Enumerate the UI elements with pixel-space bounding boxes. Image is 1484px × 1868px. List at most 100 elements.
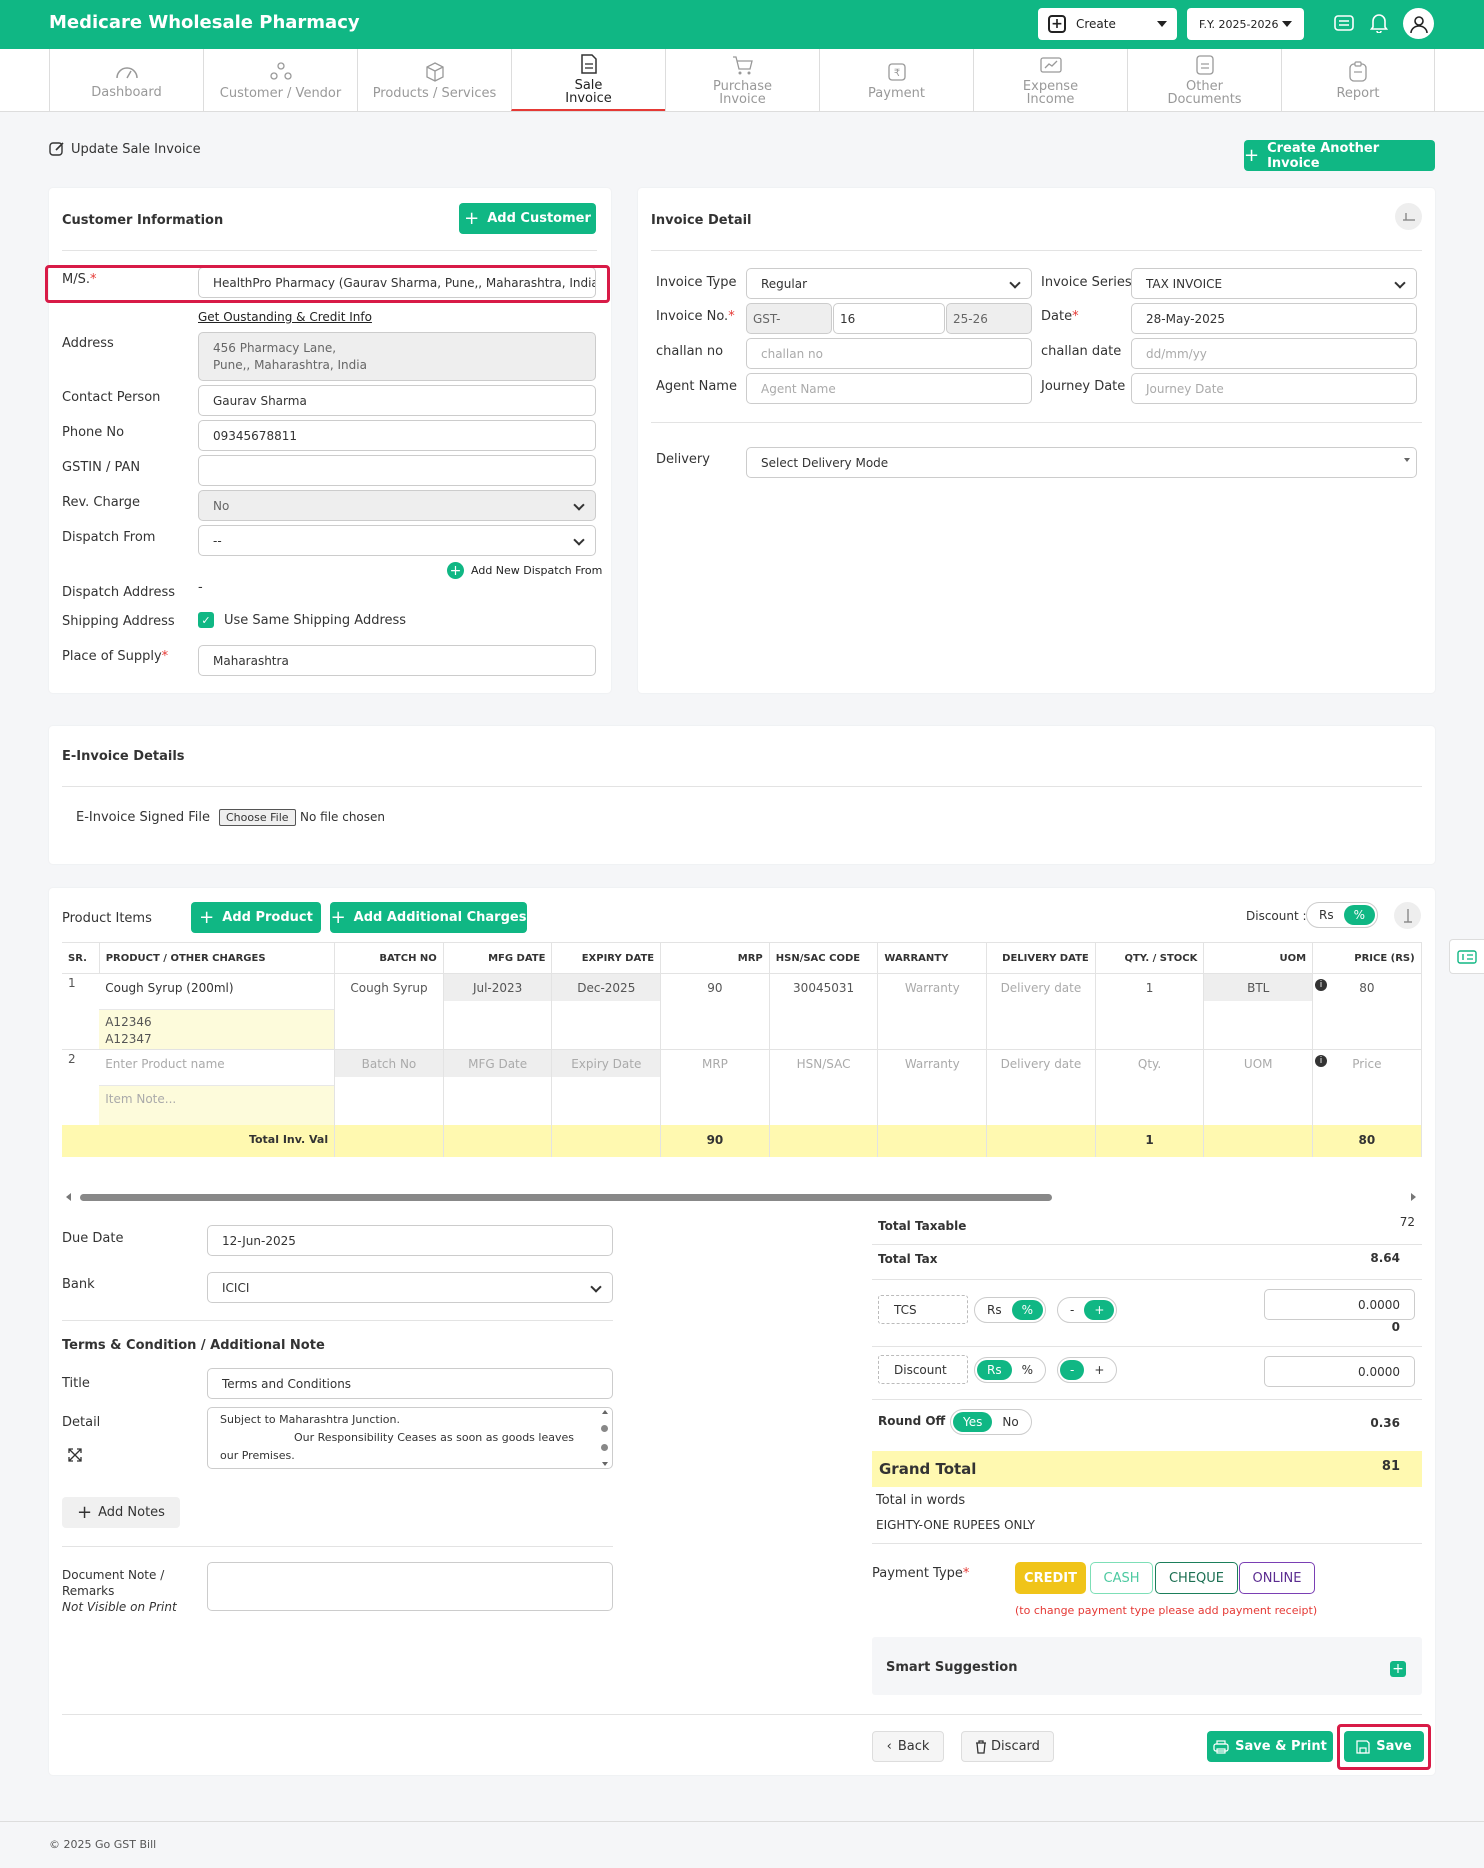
invoice-number-input[interactable]: 16 [833, 303, 945, 334]
outstanding-credit-link[interactable]: Get Oustanding & Credit Info [198, 310, 372, 324]
rs-option[interactable]: Rs [977, 1300, 1012, 1320]
terms-detail-textarea[interactable]: Subject to Maharashtra Junction. Our Res… [207, 1407, 613, 1469]
yes-option[interactable]: Yes [953, 1412, 993, 1432]
terms-title-input[interactable]: Terms and Conditions [207, 1368, 613, 1399]
calculator-widget-icon[interactable] [1449, 939, 1484, 974]
expiry-date-cell[interactable]: Expiry Date [552, 1050, 661, 1077]
payment-online-button[interactable]: ONLINE [1239, 1562, 1315, 1594]
warranty-cell[interactable]: Warranty [877, 1049, 988, 1125]
discard-button[interactable]: Discard [961, 1731, 1054, 1762]
mfg-date-cell[interactable]: Jul-2023 [443, 974, 552, 1001]
nav-expense-income[interactable]: Expense Income [973, 49, 1127, 111]
add-additional-charges-button[interactable]: + Add Additional Charges [330, 902, 527, 933]
tcs-type-toggle[interactable]: Rs% [974, 1297, 1046, 1323]
product-name-input[interactable]: Enter Product name [99, 1050, 334, 1085]
create-another-invoice-button[interactable]: + Create Another Invoice [1244, 140, 1435, 171]
invoice-type-select[interactable]: Regular [746, 268, 1032, 299]
mfg-date-cell[interactable]: MFG Date [443, 1050, 552, 1077]
percent-option[interactable]: % [1012, 1360, 1043, 1380]
back-button[interactable]: ‹ Back [872, 1731, 944, 1762]
batch-cell[interactable]: Batch No [335, 1050, 443, 1077]
dispatch-from-select[interactable]: -- [198, 525, 596, 556]
add-product-button[interactable]: + Add Product [191, 902, 321, 933]
agent-name-input[interactable]: Agent Name [746, 373, 1032, 404]
phone-input[interactable]: 09345678811 [198, 420, 596, 451]
expand-plus-icon[interactable]: + [1390, 1661, 1406, 1677]
discount-sign-toggle[interactable]: - + [1057, 1357, 1118, 1383]
fy-dropdown[interactable]: F.Y. 2025-2026 [1187, 8, 1304, 40]
payment-credit-button[interactable]: CREDIT [1015, 1562, 1086, 1594]
info-icon[interactable]: i [1315, 1055, 1328, 1067]
save-print-button[interactable]: Save & Print [1207, 1731, 1333, 1762]
qty-cell[interactable]: Qty. [1095, 1049, 1205, 1125]
nav-report[interactable]: Report [1281, 49, 1435, 111]
batch-cell[interactable]: Cough Syrup [334, 973, 444, 1050]
nav-products-services[interactable]: Products / Services [357, 49, 511, 111]
percent-option[interactable]: % [1343, 905, 1375, 925]
date-input[interactable]: 28-May-2025 [1131, 303, 1417, 334]
journey-date-input[interactable]: Journey Date [1131, 373, 1417, 404]
rs-option[interactable]: Rs [1309, 905, 1344, 925]
plus-option[interactable]: + [1084, 1360, 1114, 1380]
place-of-supply-input[interactable]: Maharashtra [198, 645, 596, 676]
bank-select[interactable]: ICICI [207, 1272, 613, 1303]
challan-no-input[interactable]: challan no [746, 338, 1032, 369]
user-avatar-icon[interactable] [1403, 8, 1434, 39]
create-dropdown[interactable]: + Create [1038, 8, 1177, 40]
uom-cell[interactable]: BTL [1204, 974, 1313, 1001]
price-cell[interactable]: 80 [1359, 981, 1374, 995]
delivery-mode-select[interactable]: Select Delivery Mode [746, 447, 1417, 478]
expiry-date-cell[interactable]: Dec-2025 [552, 974, 661, 1001]
gstin-input[interactable] [198, 455, 596, 486]
challan-date-input[interactable]: dd/mm/yy [1131, 338, 1417, 369]
keyboard-icon[interactable] [1333, 12, 1355, 34]
bell-icon[interactable] [1368, 12, 1390, 34]
nav-sale-invoice[interactable]: Sale Invoice [511, 49, 665, 111]
plus-option[interactable]: + [1084, 1300, 1115, 1320]
nav-purchase-invoice[interactable]: Purchase Invoice [665, 49, 819, 111]
delivery-date-cell[interactable]: Delivery date [986, 973, 1096, 1050]
percent-option[interactable]: % [1011, 1300, 1043, 1320]
same-shipping-checkbox[interactable]: ✓ Use Same Shipping Address [198, 612, 406, 628]
document-note-textarea[interactable] [207, 1562, 613, 1611]
scroll-right-arrow[interactable] [1411, 1193, 1416, 1201]
product-name-input[interactable]: Cough Syrup (200ml) [99, 974, 334, 1009]
discount-type-toggle[interactable]: Rs% [1306, 902, 1378, 928]
horizontal-scrollbar[interactable] [80, 1194, 1052, 1201]
tcs-label[interactable]: TCS [878, 1295, 968, 1324]
textarea-scrollbar[interactable] [601, 1410, 608, 1466]
price-cell[interactable]: Price [1352, 1057, 1381, 1071]
item-note-textarea[interactable]: Item Note... [99, 1085, 335, 1125]
tcs-input[interactable]: 0.0000 [1264, 1289, 1415, 1320]
no-option[interactable]: No [992, 1412, 1028, 1432]
invoice-prefix-input[interactable]: GST- [746, 303, 832, 334]
invoice-suffix-input[interactable]: 25-26 [946, 303, 1032, 334]
expand-icon[interactable] [68, 1448, 82, 1462]
add-dispatch-from-link[interactable]: + Add New Dispatch From [447, 562, 602, 579]
info-icon[interactable]: i [1315, 979, 1328, 991]
qty-cell[interactable]: 1 [1095, 973, 1205, 1050]
discount-total-input[interactable]: 0.0000 [1264, 1356, 1415, 1387]
mrp-cell[interactable]: MRP [660, 1049, 770, 1125]
choose-file-button[interactable]: Choose File [219, 809, 296, 826]
round-off-toggle[interactable]: Yes No [950, 1409, 1032, 1435]
discount-type-toggle-footer[interactable]: Rs% [974, 1357, 1046, 1383]
due-date-input[interactable]: 12-Jun-2025 [207, 1225, 613, 1256]
nav-payment[interactable]: ₹ Payment [819, 49, 973, 111]
minus-option[interactable]: - [1060, 1300, 1084, 1320]
nav-customer-vendor[interactable]: Customer / Vendor [203, 49, 357, 111]
nav-dashboard[interactable]: Dashboard [49, 49, 203, 111]
nav-other-documents[interactable]: Other Documents [1127, 49, 1281, 111]
tcs-sign-toggle[interactable]: - + [1057, 1297, 1118, 1323]
delivery-date-cell[interactable]: Delivery date [986, 1049, 1096, 1125]
hsn-cell[interactable]: 30045031 [769, 973, 879, 1050]
rs-option[interactable]: Rs [977, 1360, 1012, 1380]
minus-option[interactable]: - [1060, 1360, 1085, 1380]
column-settings-icon[interactable] [1394, 902, 1421, 929]
settings-toggle-icon[interactable] [1395, 203, 1422, 230]
rev-charge-select[interactable]: No [198, 490, 596, 521]
payment-cash-button[interactable]: CASH [1090, 1562, 1153, 1594]
mrp-cell[interactable]: 90 [660, 973, 770, 1050]
invoice-series-select[interactable]: TAX INVOICE [1131, 268, 1417, 299]
add-notes-button[interactable]: + Add Notes [62, 1497, 180, 1528]
